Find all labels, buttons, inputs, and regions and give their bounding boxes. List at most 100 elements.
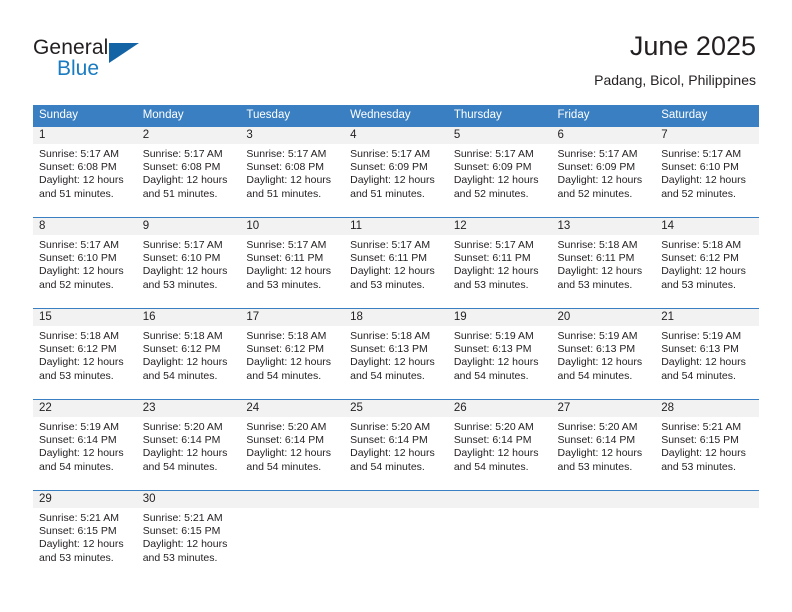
day-cell-empty xyxy=(344,490,448,581)
sunset-text: Sunset: 6:15 PM xyxy=(142,525,221,538)
sunrise-text: Sunrise: 5:20 AM xyxy=(142,421,223,433)
day-cell[interactable]: 4 Sunrise: 5:17 AM Sunset: 6:09 PM Dayli… xyxy=(344,126,448,218)
day-cell[interactable]: 7 Sunrise: 5:17 AM Sunset: 6:10 PM Dayli… xyxy=(655,126,759,218)
daylight-text-line2: and 54 minutes. xyxy=(661,369,736,382)
day-cell[interactable]: 11 Sunrise: 5:17 AM Sunset: 6:11 PM Dayl… xyxy=(344,217,448,309)
calendar-table: Sunday Monday Tuesday Wednesday Thursday… xyxy=(33,105,759,581)
daylight-text-line2: and 53 minutes. xyxy=(557,460,633,473)
sunset-text: Sunset: 6:08 PM xyxy=(142,161,221,174)
daylight-text-line2: and 51 minutes. xyxy=(142,187,218,200)
day-number: 11 xyxy=(344,218,448,235)
weekday-header-tuesday: Tuesday xyxy=(240,105,345,127)
calendar-grid: Sunday Monday Tuesday Wednesday Thursday… xyxy=(33,105,759,581)
daylight-text-line1: Daylight: 12 hours xyxy=(453,447,539,460)
daylight-text-line2: and 54 minutes. xyxy=(557,369,633,382)
day-number: 28 xyxy=(655,400,759,417)
day-cell[interactable]: 27 Sunrise: 5:20 AM Sunset: 6:14 PM Dayl… xyxy=(551,399,656,491)
week-row: 1 Sunrise: 5:17 AM Sunset: 6:08 PM Dayli… xyxy=(33,126,759,218)
day-cell[interactable]: 28 Sunrise: 5:21 AM Sunset: 6:15 PM Dayl… xyxy=(655,399,759,491)
sunset-text: Sunset: 6:09 PM xyxy=(350,161,428,174)
daylight-text-line1: Daylight: 12 hours xyxy=(246,174,332,187)
daylight-text-line1: Daylight: 12 hours xyxy=(39,174,124,187)
day-number: 23 xyxy=(136,400,241,417)
day-info: Sunrise: 5:17 AM Sunset: 6:09 PM Dayligh… xyxy=(552,144,656,201)
day-info: Sunrise: 5:20 AM Sunset: 6:14 PM Dayligh… xyxy=(240,417,344,474)
day-cell[interactable]: 24 Sunrise: 5:20 AM Sunset: 6:14 PM Dayl… xyxy=(240,399,345,491)
day-cell[interactable]: 14 Sunrise: 5:18 AM Sunset: 6:12 PM Dayl… xyxy=(655,217,759,309)
week-row: 29 Sunrise: 5:21 AM Sunset: 6:15 PM Dayl… xyxy=(33,490,759,581)
day-cell[interactable]: 18 Sunrise: 5:18 AM Sunset: 6:13 PM Dayl… xyxy=(344,308,448,400)
sunrise-text: Sunrise: 5:17 AM xyxy=(350,148,431,160)
day-cell[interactable]: 29 Sunrise: 5:21 AM Sunset: 6:15 PM Dayl… xyxy=(33,490,137,581)
day-number: 8 xyxy=(33,218,137,235)
day-info: Sunrise: 5:18 AM Sunset: 6:12 PM Dayligh… xyxy=(655,235,759,292)
day-cell[interactable]: 8 Sunrise: 5:17 AM Sunset: 6:10 PM Dayli… xyxy=(33,217,137,309)
day-cell[interactable]: 10 Sunrise: 5:17 AM Sunset: 6:11 PM Dayl… xyxy=(240,217,345,309)
sunrise-text: Sunrise: 5:21 AM xyxy=(661,421,742,433)
day-number: 2 xyxy=(136,127,241,144)
sunrise-text: Sunrise: 5:17 AM xyxy=(557,148,638,160)
daylight-text-line1: Daylight: 12 hours xyxy=(557,174,643,187)
sunrise-text: Sunrise: 5:17 AM xyxy=(246,239,327,251)
daylight-text-line2: and 53 minutes. xyxy=(557,278,633,291)
day-cell[interactable]: 6 Sunrise: 5:17 AM Sunset: 6:09 PM Dayli… xyxy=(551,126,656,218)
day-cell-empty xyxy=(240,490,345,581)
sunset-text: Sunset: 6:12 PM xyxy=(661,252,739,265)
sunrise-text: Sunrise: 5:19 AM xyxy=(453,330,534,342)
daylight-text-line2: and 54 minutes. xyxy=(142,369,218,382)
sunset-text: Sunset: 6:13 PM xyxy=(453,343,532,356)
sunset-text: Sunset: 6:11 PM xyxy=(453,252,531,265)
weekday-header-wednesday: Wednesday xyxy=(344,105,448,127)
day-cell[interactable]: 21 Sunrise: 5:19 AM Sunset: 6:13 PM Dayl… xyxy=(655,308,759,400)
daylight-text-line2: and 52 minutes. xyxy=(557,187,633,200)
day-cell[interactable]: 15 Sunrise: 5:18 AM Sunset: 6:12 PM Dayl… xyxy=(33,308,137,400)
sunrise-text: Sunrise: 5:20 AM xyxy=(350,421,431,433)
daylight-text-line2: and 53 minutes. xyxy=(142,551,218,564)
day-cell[interactable]: 20 Sunrise: 5:19 AM Sunset: 6:13 PM Dayl… xyxy=(551,308,656,400)
sunset-text: Sunset: 6:08 PM xyxy=(39,161,117,174)
day-cell[interactable]: 13 Sunrise: 5:18 AM Sunset: 6:11 PM Dayl… xyxy=(551,217,656,309)
day-cell[interactable]: 2 Sunrise: 5:17 AM Sunset: 6:08 PM Dayli… xyxy=(136,126,241,218)
day-cell[interactable]: 16 Sunrise: 5:18 AM Sunset: 6:12 PM Dayl… xyxy=(136,308,241,400)
day-cell[interactable]: 19 Sunrise: 5:19 AM Sunset: 6:13 PM Dayl… xyxy=(447,308,552,400)
day-info: Sunrise: 5:18 AM Sunset: 6:12 PM Dayligh… xyxy=(137,326,241,383)
day-cell[interactable]: 9 Sunrise: 5:17 AM Sunset: 6:10 PM Dayli… xyxy=(136,217,241,309)
daylight-text-line2: and 51 minutes. xyxy=(246,187,322,200)
week-row: 22 Sunrise: 5:19 AM Sunset: 6:14 PM Dayl… xyxy=(33,399,759,491)
daylight-text-line2: and 54 minutes. xyxy=(246,369,322,382)
day-cell[interactable]: 30 Sunrise: 5:21 AM Sunset: 6:15 PM Dayl… xyxy=(136,490,241,581)
day-cell[interactable]: 26 Sunrise: 5:20 AM Sunset: 6:14 PM Dayl… xyxy=(447,399,552,491)
day-info: Sunrise: 5:18 AM Sunset: 6:11 PM Dayligh… xyxy=(552,235,656,292)
daylight-text-line2: and 54 minutes. xyxy=(350,460,425,473)
sunrise-text: Sunrise: 5:17 AM xyxy=(661,148,742,160)
daylight-text-line2: and 51 minutes. xyxy=(350,187,425,200)
day-cell[interactable]: 22 Sunrise: 5:19 AM Sunset: 6:14 PM Dayl… xyxy=(33,399,137,491)
daylight-text-line2: and 53 minutes. xyxy=(661,460,736,473)
day-cell[interactable]: 25 Sunrise: 5:20 AM Sunset: 6:14 PM Dayl… xyxy=(344,399,448,491)
day-number: 13 xyxy=(551,218,656,235)
day-info: Sunrise: 5:17 AM Sunset: 6:11 PM Dayligh… xyxy=(240,235,344,292)
daylight-text-line1: Daylight: 12 hours xyxy=(142,447,228,460)
day-number: 19 xyxy=(447,309,552,326)
daylight-text-line1: Daylight: 12 hours xyxy=(39,447,124,460)
daylight-text-line1: Daylight: 12 hours xyxy=(39,265,124,278)
day-cell[interactable]: 12 Sunrise: 5:17 AM Sunset: 6:11 PM Dayl… xyxy=(447,217,552,309)
day-cell[interactable]: 17 Sunrise: 5:18 AM Sunset: 6:12 PM Dayl… xyxy=(240,308,345,400)
day-cell[interactable]: 5 Sunrise: 5:17 AM Sunset: 6:09 PM Dayli… xyxy=(447,126,552,218)
sunset-text: Sunset: 6:14 PM xyxy=(453,434,532,447)
brand-logo[interactable]: General Blue xyxy=(33,36,223,88)
brand-name-blue: Blue xyxy=(57,57,100,80)
sunset-text: Sunset: 6:11 PM xyxy=(557,252,635,265)
sunset-text: Sunset: 6:08 PM xyxy=(246,161,325,174)
day-number: 21 xyxy=(655,309,759,326)
weekday-header-thursday: Thursday xyxy=(447,105,552,127)
daylight-text-line1: Daylight: 12 hours xyxy=(661,265,746,278)
day-cell[interactable]: 1 Sunrise: 5:17 AM Sunset: 6:08 PM Dayli… xyxy=(33,126,137,218)
sunrise-text: Sunrise: 5:17 AM xyxy=(453,239,534,251)
day-info: Sunrise: 5:19 AM Sunset: 6:13 PM Dayligh… xyxy=(552,326,656,383)
weekday-header-sunday: Sunday xyxy=(33,105,137,127)
day-cell[interactable]: 23 Sunrise: 5:20 AM Sunset: 6:14 PM Dayl… xyxy=(136,399,241,491)
sunrise-text: Sunrise: 5:19 AM xyxy=(661,330,742,342)
day-cell[interactable]: 3 Sunrise: 5:17 AM Sunset: 6:08 PM Dayli… xyxy=(240,126,345,218)
sunrise-text: Sunrise: 5:19 AM xyxy=(557,330,638,342)
